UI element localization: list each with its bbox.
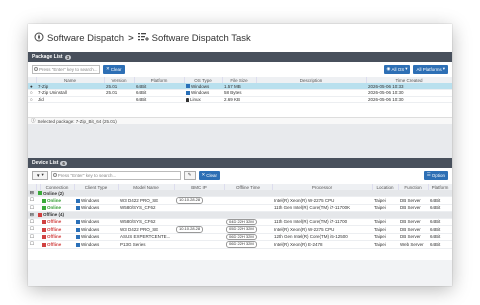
windows-icon — [76, 198, 80, 203]
close-icon: ✕ — [201, 172, 206, 177]
linux-icon — [186, 97, 189, 102]
compass-icon — [34, 32, 44, 45]
device-row[interactable]: ☐ Offline Windows W580/SYS_CF62 04D 22H … — [28, 218, 452, 226]
chevron-down-icon: ▾ — [41, 172, 44, 177]
offline-icon — [42, 220, 46, 225]
row-checkbox[interactable]: ☐ — [28, 218, 36, 226]
row-checkbox[interactable]: ☐ — [28, 196, 36, 205]
device-row[interactable]: ☐ Online Windows W3 D422 PRO_SE 10.10.28… — [28, 196, 452, 205]
empty-table-area — [28, 260, 452, 286]
option-button[interactable]: ☰ Option — [423, 170, 448, 180]
edit-icon: ✎ — [187, 172, 192, 177]
row-checkbox[interactable]: ☐ — [28, 225, 36, 234]
row-checkbox[interactable]: ☐ — [28, 240, 36, 249]
package-search-input[interactable]: Press "Enter" key to search... — [32, 64, 100, 74]
globe-icon: ◉ — [386, 66, 391, 71]
row-checkbox[interactable]: ☐ — [28, 204, 36, 212]
package-toolbar: Press "Enter" key to search... ✕ Clear ◉… — [28, 62, 452, 76]
windows-icon — [76, 235, 80, 240]
app-window: Software Dispatch > Software Dispatch Ta… — [28, 24, 452, 286]
offline-duration-badge: 06D 22H 32M — [226, 241, 257, 248]
windows-icon — [76, 205, 80, 210]
package-list-title: Package List — [32, 54, 63, 60]
device-row[interactable]: ☐ Offline Windows P13G Series 06D 22H 32… — [28, 240, 452, 249]
expand-icon[interactable]: ⊟ — [28, 211, 36, 219]
device-row[interactable]: ☐ Online Windows W580/SYS_CF62 11th Gen … — [28, 204, 452, 212]
breadcrumb: Software Dispatch > Software Dispatch Ta… — [28, 24, 452, 52]
offline-icon — [42, 242, 46, 247]
offline-icon — [42, 227, 46, 232]
package-table: Name Version Platform OS Type File Size … — [28, 77, 452, 103]
package-row[interactable]: ○ Jid 64Bit Linux 2.69 KB 2026-05-06 10:… — [28, 96, 452, 103]
group-header-offline[interactable]: ⊟ Offline (4) — [28, 211, 452, 219]
selected-package-status: ⓘ Selected package: 7-Zip_Bit_64 (25.01) — [28, 117, 452, 124]
device-row[interactable]: ☐ Offline Windows ASUS EXPERTCENTE... 06… — [28, 233, 452, 241]
offline-duration-badge: 05D 22H 32M — [226, 226, 257, 233]
list-icon: ☰ — [426, 172, 431, 177]
device-clear-button[interactable]: ✕ Clear — [198, 170, 221, 180]
breadcrumb-software-dispatch[interactable]: Software Dispatch — [47, 33, 124, 44]
device-toolbar: ▼ ▾ Press "Enter" key to search... ✎ ✕ C… — [28, 168, 452, 182]
device-list-header: Device List 6 — [28, 158, 452, 168]
edit-button[interactable]: ✎ — [183, 170, 196, 180]
search-icon — [34, 66, 38, 71]
windows-icon — [186, 91, 190, 96]
offline-icon — [38, 212, 42, 217]
search-icon — [52, 172, 57, 177]
chevron-down-icon: ▾ — [442, 66, 445, 71]
offline-duration-badge: 06D 22H 32M — [226, 233, 257, 240]
radio-unselected[interactable]: ○ — [28, 96, 36, 103]
online-icon — [38, 191, 42, 196]
page-title: Software Dispatch Task — [151, 32, 251, 44]
breadcrumb-separator: > — [128, 32, 134, 44]
windows-icon — [76, 220, 80, 225]
device-count-badge: 6 — [60, 160, 67, 166]
chevron-down-icon: ▾ — [405, 66, 408, 71]
bmc-ip-badge[interactable]: 10.10.28.28 — [176, 197, 204, 204]
bmc-ip-badge[interactable]: 10.10.28.28 — [176, 226, 204, 233]
package-clear-button[interactable]: ✕ Clear — [103, 64, 125, 74]
row-checkbox[interactable]: ☐ — [28, 233, 36, 241]
filter-button[interactable]: ▼ ▾ — [32, 170, 48, 180]
spacer — [28, 124, 452, 158]
windows-icon — [76, 242, 80, 247]
list-add-icon — [137, 32, 149, 44]
offline-duration-badge: 04D 22H 32M — [226, 218, 257, 225]
os-filter-dropdown[interactable]: ◉ All OS ▾ — [383, 64, 411, 74]
device-list-title: Device List — [32, 160, 59, 166]
windows-icon — [76, 227, 80, 232]
offline-icon — [42, 235, 46, 240]
windows-icon — [186, 84, 190, 89]
close-icon: ✕ — [106, 66, 110, 71]
device-search-input[interactable]: Press "Enter" key to search... — [50, 170, 181, 180]
filter-icon: ▼ — [36, 172, 41, 178]
package-list-header: Package List 3 — [28, 52, 452, 62]
package-count-badge: 3 — [64, 54, 72, 60]
online-icon — [42, 205, 46, 210]
device-table: Connection Client Type Model Name BMC IP… — [28, 184, 452, 249]
device-table-header: Connection Client Type Model Name BMC IP… — [28, 184, 452, 190]
online-icon — [42, 198, 46, 203]
platform-filter-dropdown[interactable]: All Platforms ▾ — [413, 64, 448, 74]
device-row[interactable]: ☐ Offline Windows W3 D422 PRO_SE 10.10.2… — [28, 225, 452, 234]
